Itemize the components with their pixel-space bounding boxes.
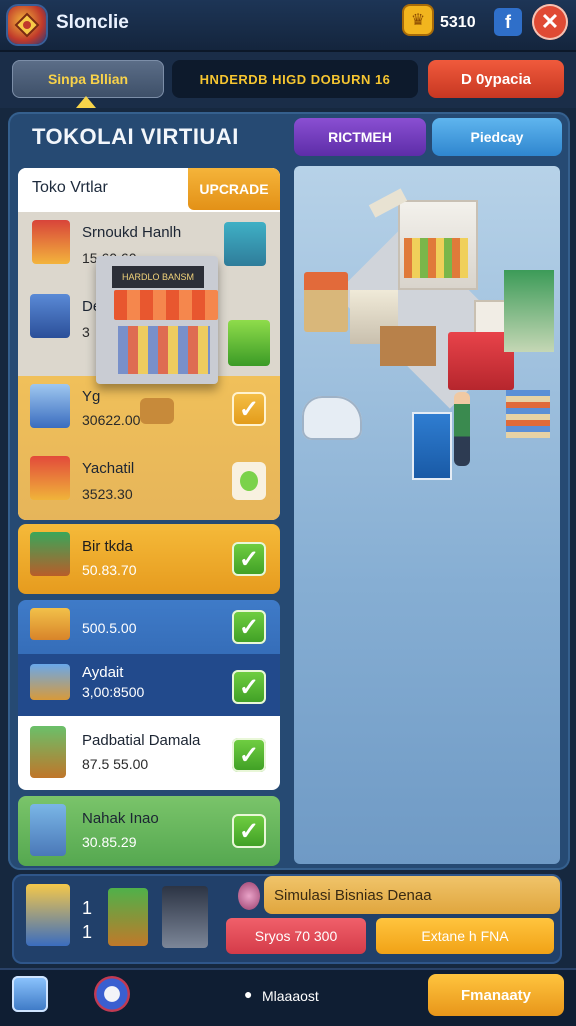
shelf-building-icon[interactable] [162,886,208,948]
market-stall-icon [30,456,70,500]
coin-stack-icon [30,608,70,640]
community-button[interactable]: Fmanaaty [428,974,564,1016]
check-icon[interactable]: ✓ [232,814,266,848]
check-icon[interactable]: ✓ [232,542,266,576]
basket-item-icon [140,398,174,424]
planter-icon[interactable] [108,888,148,946]
item-price: 500.5.00 [82,620,137,636]
close-button[interactable]: ✕ [532,4,568,40]
count-label: 1 [82,898,93,918]
news-banner: HNDERDB HIGD DOBURN 16 [172,60,418,98]
shop-goods-icon [118,326,210,374]
cart-icon [224,222,266,266]
green-shelf [504,270,554,352]
shop-sign: HARDLO BANSM [112,266,204,288]
item-name: Padbatial Damala [82,732,201,749]
item-price: 30.85.29 [82,834,137,850]
item-name: Yachatil [82,460,135,477]
check-icon[interactable]: ✓ [232,738,266,772]
item-price: 50.83.70 [82,562,137,578]
upgrade-button[interactable]: UPCRADE [188,168,280,210]
item-price: 3523.30 [82,486,133,502]
plant-bag-icon [232,462,266,500]
game-logo-icon [8,6,46,44]
check-icon[interactable]: ✓ [232,392,266,426]
stall-icon [32,220,70,264]
coin-count: 5310 [440,14,476,31]
atm-kiosk [412,412,452,480]
page-title: TOKOLAI VIRTIUAI [32,124,239,149]
check-icon[interactable]: ✓ [232,610,266,644]
item-price: 3 [82,324,90,340]
side-shelf [506,390,550,438]
tab-blue[interactable]: Piedcay [432,118,562,156]
crate-icon [30,384,70,428]
fruit-stand [304,272,348,332]
caret-up-icon [76,96,96,108]
facebook-button[interactable]: f [494,8,522,36]
shelf-icon [30,294,70,338]
car-image [302,396,362,440]
simulation-label: Simulasi Bisnias Denaa [274,887,432,904]
avatar[interactable] [12,976,48,1012]
item-price: 87.5 55.00 [82,756,149,772]
simulation-button[interactable]: Sinpa Bllian [12,60,164,98]
person-figure [454,392,470,466]
footer-label: Mlaaaost [262,988,319,1004]
building-icon[interactable] [26,884,70,946]
basket-icon [228,320,270,366]
item-name: Nahak Inao [82,810,159,827]
kiosk-icon [30,532,70,576]
item-price: 30622.00 [82,412,141,428]
extend-button[interactable]: Extane h FNA [376,918,554,954]
item-name: Bir tkda [82,538,133,555]
red-action-button[interactable]: D 0ypacia [428,60,564,98]
check-icon[interactable]: ✓ [232,670,266,704]
person-icon [238,882,260,910]
tab-purple[interactable]: RICTMEH [294,118,426,156]
app-title: Slonclie [56,12,129,33]
item-name: Aydait [82,664,124,681]
item-name: Yg [82,388,101,405]
red-price-button[interactable]: Sryos 70 300 [226,918,366,954]
item-price: 3,00:8500 [82,684,145,700]
shelf-goods [404,238,468,278]
cabinet-icon [30,726,66,778]
crown-icon: ♛ [404,6,432,34]
fridge-icon [30,804,66,856]
count-label: 1 [82,922,93,942]
crates [380,326,436,366]
footer-dot-icon: ● [244,986,253,1002]
profile-icon[interactable] [94,976,130,1012]
package-icon [30,664,70,700]
awning-icon [114,290,218,320]
list-header-title: Toko Vrtlar [32,179,108,196]
item-name: Srnoukd Hanlh [82,224,182,241]
